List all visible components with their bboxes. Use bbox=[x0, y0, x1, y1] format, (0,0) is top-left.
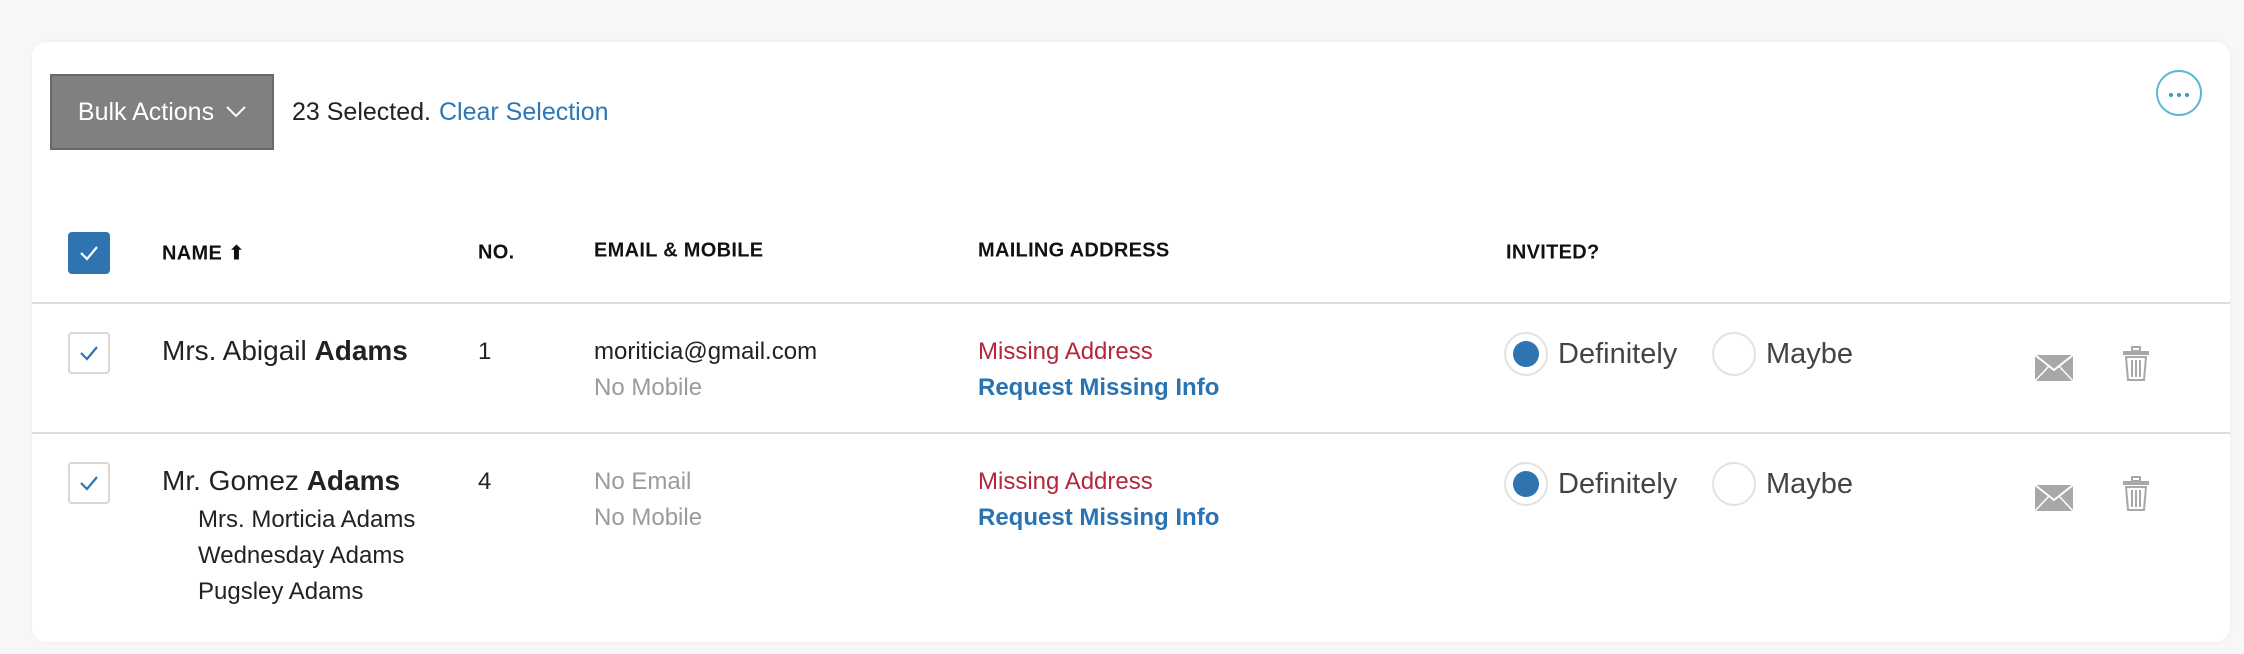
address-status: Missing Address bbox=[978, 338, 1153, 365]
radio-label: Maybe bbox=[1766, 337, 1854, 370]
column-header-invited[interactable]: INVITED? bbox=[1506, 242, 1600, 265]
party-size: 1 bbox=[478, 338, 492, 365]
party-member-name: Wednesday Adams bbox=[198, 542, 405, 569]
more-options-button[interactable] bbox=[2156, 70, 2202, 116]
table-row: Mrs. Abigail Adams 1 moriticia@gmail.com… bbox=[32, 304, 2230, 432]
envelope-icon[interactable] bbox=[2034, 484, 2074, 512]
guest-name-prefix: Mr. Gomez bbox=[162, 465, 307, 496]
table-row: Mr. Gomez Adams Mrs. Morticia Adams Wedn… bbox=[32, 434, 2230, 654]
request-missing-info-link[interactable]: Request Missing Info bbox=[978, 374, 1219, 402]
mobile-value: No Mobile bbox=[594, 374, 703, 401]
radio-selected-dot bbox=[1513, 471, 1539, 497]
clear-selection-link[interactable]: Clear Selection bbox=[439, 98, 609, 127]
party-member-name: Mrs. Morticia Adams bbox=[198, 506, 416, 533]
row-checkbox[interactable] bbox=[68, 462, 110, 504]
guest-name[interactable]: Mr. Gomez Adams bbox=[162, 465, 400, 497]
envelope-icon[interactable] bbox=[2034, 354, 2074, 382]
chevron-down-icon bbox=[226, 106, 246, 118]
bulk-actions-button[interactable]: Bulk Actions bbox=[50, 74, 274, 150]
check-icon bbox=[80, 246, 98, 261]
column-header-no[interactable]: NO. bbox=[478, 242, 514, 265]
party-member-name: Pugsley Adams bbox=[198, 578, 364, 605]
guest-last-name: Adams bbox=[306, 465, 401, 496]
guest-name-prefix: Mrs. Abigail bbox=[162, 335, 315, 366]
radio-button[interactable] bbox=[1504, 332, 1548, 376]
invited-definitely-option[interactable]: Definitely bbox=[1504, 332, 1677, 376]
guest-list-card: Bulk Actions 23 Selected. Clear Selectio… bbox=[32, 42, 2230, 642]
trash-icon[interactable] bbox=[2122, 476, 2150, 512]
radio-button[interactable] bbox=[1712, 462, 1756, 506]
radio-label: Maybe bbox=[1766, 467, 1854, 500]
request-missing-info-link[interactable]: Request Missing Info bbox=[978, 504, 1219, 532]
radio-label: Definitely bbox=[1558, 467, 1678, 500]
column-header-mailing-address[interactable]: MAILING ADDRESS bbox=[978, 240, 1170, 263]
row-checkbox[interactable] bbox=[68, 332, 110, 374]
select-all-checkbox[interactable] bbox=[68, 232, 110, 274]
radio-label: Definitely bbox=[1558, 337, 1678, 370]
column-header-email-mobile[interactable]: EMAIL & MOBILE bbox=[594, 240, 763, 263]
column-header-name[interactable]: NAME ⬆ bbox=[162, 241, 245, 266]
check-icon bbox=[80, 476, 98, 491]
email-value: No Email bbox=[594, 468, 692, 495]
ellipsis-icon bbox=[2167, 84, 2191, 102]
email-value: moriticia@gmail.com bbox=[594, 338, 818, 365]
trash-icon[interactable] bbox=[2122, 346, 2150, 382]
selected-count: 23 Selected. bbox=[292, 97, 431, 126]
party-size: 4 bbox=[478, 468, 492, 495]
check-icon bbox=[80, 346, 98, 361]
guest-name[interactable]: Mrs. Abigail Adams bbox=[162, 335, 408, 367]
radio-selected-dot bbox=[1513, 341, 1539, 367]
mobile-value: No Mobile bbox=[594, 504, 703, 531]
radio-button[interactable] bbox=[1504, 462, 1548, 506]
invited-maybe-option[interactable]: Maybe bbox=[1712, 332, 1853, 376]
invited-maybe-option[interactable]: Maybe bbox=[1712, 462, 1853, 506]
table-header: NAME ⬆ NO. EMAIL & MOBILE MAILING ADDRES… bbox=[32, 222, 2230, 284]
toolbar: Bulk Actions 23 Selected. Clear Selectio… bbox=[50, 74, 609, 150]
address-status: Missing Address bbox=[978, 468, 1153, 495]
guest-last-name: Adams bbox=[314, 335, 408, 366]
radio-button[interactable] bbox=[1712, 332, 1756, 376]
invited-definitely-option[interactable]: Definitely bbox=[1504, 462, 1677, 506]
bulk-actions-label: Bulk Actions bbox=[77, 97, 215, 126]
